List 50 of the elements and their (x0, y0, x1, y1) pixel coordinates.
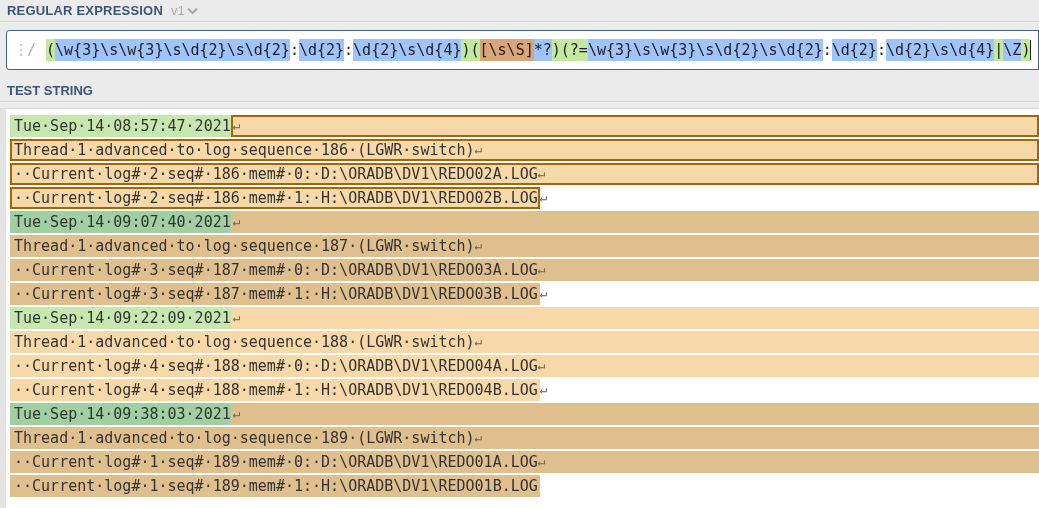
regex-input[interactable]: / (\w{3}\s\w{3}\s\d{2}\s\d{2}:\d{2}:\d{2}\s\d{4})([\s\S]*?)(?=\w{3}\s\w{3}\s\d{2}\s\d{2}:\d{2}:\d{2}\s\d{4}|\Z) (6, 30, 1039, 70)
regex-token: \Z (1003, 39, 1022, 61)
line-end-mark: ↵ (539, 381, 548, 400)
section-title: TEST STRING (7, 81, 93, 100)
log-line: Thread·1·advanced·to·log·sequence·188·(LGWR·switch) (14, 331, 475, 353)
log-line: ··Current·log#·4·seq#·188·mem#·0:·D:\ORADB\DV1\REDO04A.LOG (14, 355, 538, 377)
log-line: ··Current·log#·3·seq#·187·mem#·0:·D:\ORADB\DV1\REDO03A.LOG (14, 259, 538, 281)
regex-token: ) (1021, 39, 1031, 61)
regex-token: [\s\S] (479, 39, 534, 61)
line-end-mark: ↵ (539, 285, 548, 304)
line-end-mark: ↵ (474, 333, 483, 352)
regex-token: ( (46, 39, 56, 61)
log-line: Thread·1·advanced·to·log·sequence·187·(LGWR·switch) (14, 235, 475, 257)
regex-token: : (289, 40, 299, 61)
log-line: Thread·1·advanced·to·log·sequence·189·(LGWR·switch) (14, 427, 475, 449)
line-end-mark: ↵ (474, 141, 483, 160)
line-end-mark: ↵ (537, 453, 546, 472)
line-end-mark: ↵ (539, 189, 548, 208)
line-end-mark: ↵ (474, 237, 483, 256)
log-line: ··Current·log#·1·seq#·189·mem#·0:·D:\ORADB\DV1\REDO01A.LOG (14, 451, 538, 473)
line-end-mark: ↵ (537, 261, 546, 280)
date-text: Tue·Sep·14·09:38:03·2021 (10, 403, 231, 425)
drag-handle-icon[interactable] (19, 43, 23, 57)
section-title: REGULAR EXPRESSION (7, 1, 163, 20)
regex-token: : (822, 40, 832, 61)
regex-token: )( (461, 39, 480, 61)
line-end-mark: ↵ (232, 309, 241, 328)
regex-token: | (994, 39, 1004, 61)
date-text: Tue·Sep·14·09:07:40·2021 (10, 211, 231, 233)
regex-token: )(?= (551, 39, 588, 61)
line-end-mark: ↵ (537, 357, 546, 376)
regex-token: \d{2}\s\d{4} (885, 39, 995, 61)
date-text: Tue·Sep·14·08:57:47·2021 (10, 115, 231, 137)
date-text: Tue·Sep·14·09:22:09·2021 (10, 307, 231, 329)
regex-token: : (344, 40, 354, 61)
line-end-mark: ↵ (537, 165, 546, 184)
regex-token: : (876, 40, 886, 61)
regex-token: \d{2} (831, 39, 877, 61)
regex-token: \d{2}\s\d{4} (353, 39, 462, 61)
regex-token: \w{3}\s\w{3}\s\d{2}\s\d{2} (55, 39, 290, 61)
chevron-down-icon (186, 6, 198, 15)
line-end-mark: ↵ (232, 405, 241, 424)
line-end-mark: ↵ (232, 117, 241, 136)
line-end-mark: ↵ (474, 429, 483, 448)
regex-delimiter: / (27, 39, 37, 61)
log-line: ··Current·log#·2·seq#·186·mem#·0:·D:\ORADB\DV1\REDO02A.LOG (14, 163, 538, 185)
line-end-mark: ↵ (232, 213, 241, 232)
log-line: Thread·1·advanced·to·log·sequence·186·(LGWR·switch) (14, 139, 475, 161)
regex-token: \d{2} (298, 39, 345, 61)
regex-token: \w{3}\s\w{3}\s\d{2}\s\d{2} (587, 39, 823, 61)
